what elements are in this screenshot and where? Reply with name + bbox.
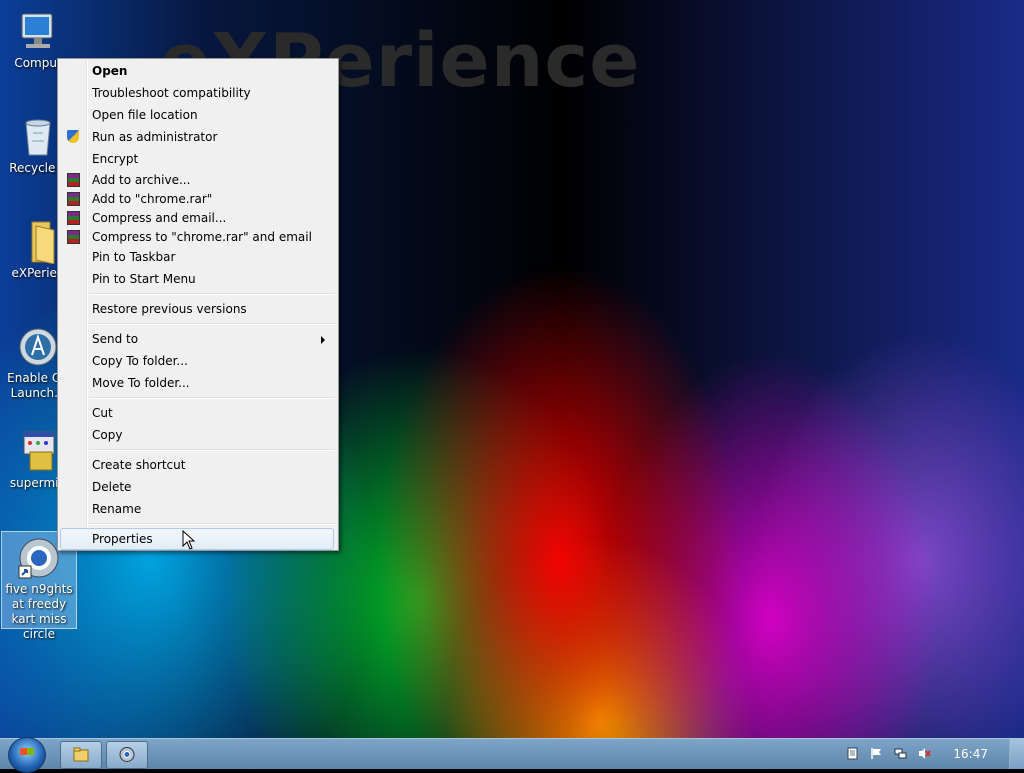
folder-icon bbox=[73, 747, 89, 762]
folder-icon bbox=[16, 220, 60, 265]
menu-separator bbox=[89, 449, 335, 451]
menu-item-move-to-folder[interactable]: Move To folder... bbox=[61, 373, 335, 393]
taskbar: 16:47 bbox=[0, 737, 1024, 773]
menu-item-add-to-chrome-rar[interactable]: Add to "chrome.rar" bbox=[61, 189, 335, 209]
chrome-shortcut-icon bbox=[17, 536, 61, 580]
menu-item-encrypt[interactable]: Encrypt bbox=[61, 149, 335, 169]
menu-item-run-as-administrator[interactable]: Run as administrator bbox=[61, 127, 335, 147]
winrar-icon bbox=[67, 192, 80, 206]
menu-item-pin-to-taskbar[interactable]: Pin to Taskbar bbox=[61, 247, 335, 267]
menu-separator bbox=[89, 397, 335, 399]
menu-item-compress-to-rar-and-email[interactable]: Compress to "chrome.rar" and email bbox=[61, 227, 335, 247]
show-desktop-button[interactable] bbox=[1009, 739, 1024, 769]
computer-icon bbox=[16, 10, 60, 54]
app-launcher-icon bbox=[16, 325, 60, 369]
winrar-icon bbox=[67, 230, 80, 244]
notes-icon[interactable] bbox=[846, 747, 859, 760]
browser-icon bbox=[119, 747, 135, 762]
network-icon[interactable] bbox=[894, 747, 907, 760]
menu-separator bbox=[89, 293, 335, 295]
menu-item-open-file-location[interactable]: Open file location bbox=[61, 105, 335, 125]
menu-item-restore-previous-versions[interactable]: Restore previous versions bbox=[61, 299, 335, 319]
menu-item-pin-to-start-menu[interactable]: Pin to Start Menu bbox=[61, 269, 335, 289]
menu-item-properties[interactable]: Properties bbox=[60, 528, 334, 550]
menu-separator bbox=[89, 323, 335, 325]
menu-item-open[interactable]: Open bbox=[61, 61, 335, 81]
menu-item-send-to[interactable]: Send to bbox=[61, 329, 335, 349]
volume-muted-icon[interactable] bbox=[918, 747, 931, 760]
context-menu: Open Troubleshoot compatibility Open fil… bbox=[57, 58, 339, 551]
menu-item-create-shortcut[interactable]: Create shortcut bbox=[61, 455, 335, 475]
winrar-icon bbox=[67, 173, 80, 187]
mouse-cursor-icon bbox=[182, 530, 196, 550]
recycle-bin-icon bbox=[16, 115, 60, 159]
menu-item-copy[interactable]: Copy bbox=[61, 425, 335, 445]
uac-shield-icon bbox=[67, 130, 79, 143]
menu-item-troubleshoot-compatibility[interactable]: Troubleshoot compatibility bbox=[61, 83, 335, 103]
taskbar-button-browser[interactable] bbox=[106, 741, 148, 769]
menu-item-cut[interactable]: Cut bbox=[61, 403, 335, 423]
installer-icon bbox=[16, 430, 60, 474]
winrar-icon bbox=[67, 211, 80, 225]
menu-separator bbox=[89, 523, 335, 525]
taskbar-clock[interactable]: 16:47 bbox=[953, 739, 988, 769]
taskbar-button-explorer[interactable] bbox=[60, 741, 102, 769]
menu-item-rename[interactable]: Rename bbox=[61, 499, 335, 519]
menu-item-compress-and-email[interactable]: Compress and email... bbox=[61, 208, 335, 228]
action-center-flag-icon[interactable] bbox=[870, 747, 883, 760]
desktop-icon-label: five n9ghts at freedy kart miss circle bbox=[5, 582, 73, 641]
menu-item-delete[interactable]: Delete bbox=[61, 477, 335, 497]
menu-item-add-to-archive[interactable]: Add to archive... bbox=[61, 170, 335, 190]
menu-item-copy-to-folder[interactable]: Copy To folder... bbox=[61, 351, 335, 371]
submenu-arrow-icon bbox=[321, 336, 325, 344]
